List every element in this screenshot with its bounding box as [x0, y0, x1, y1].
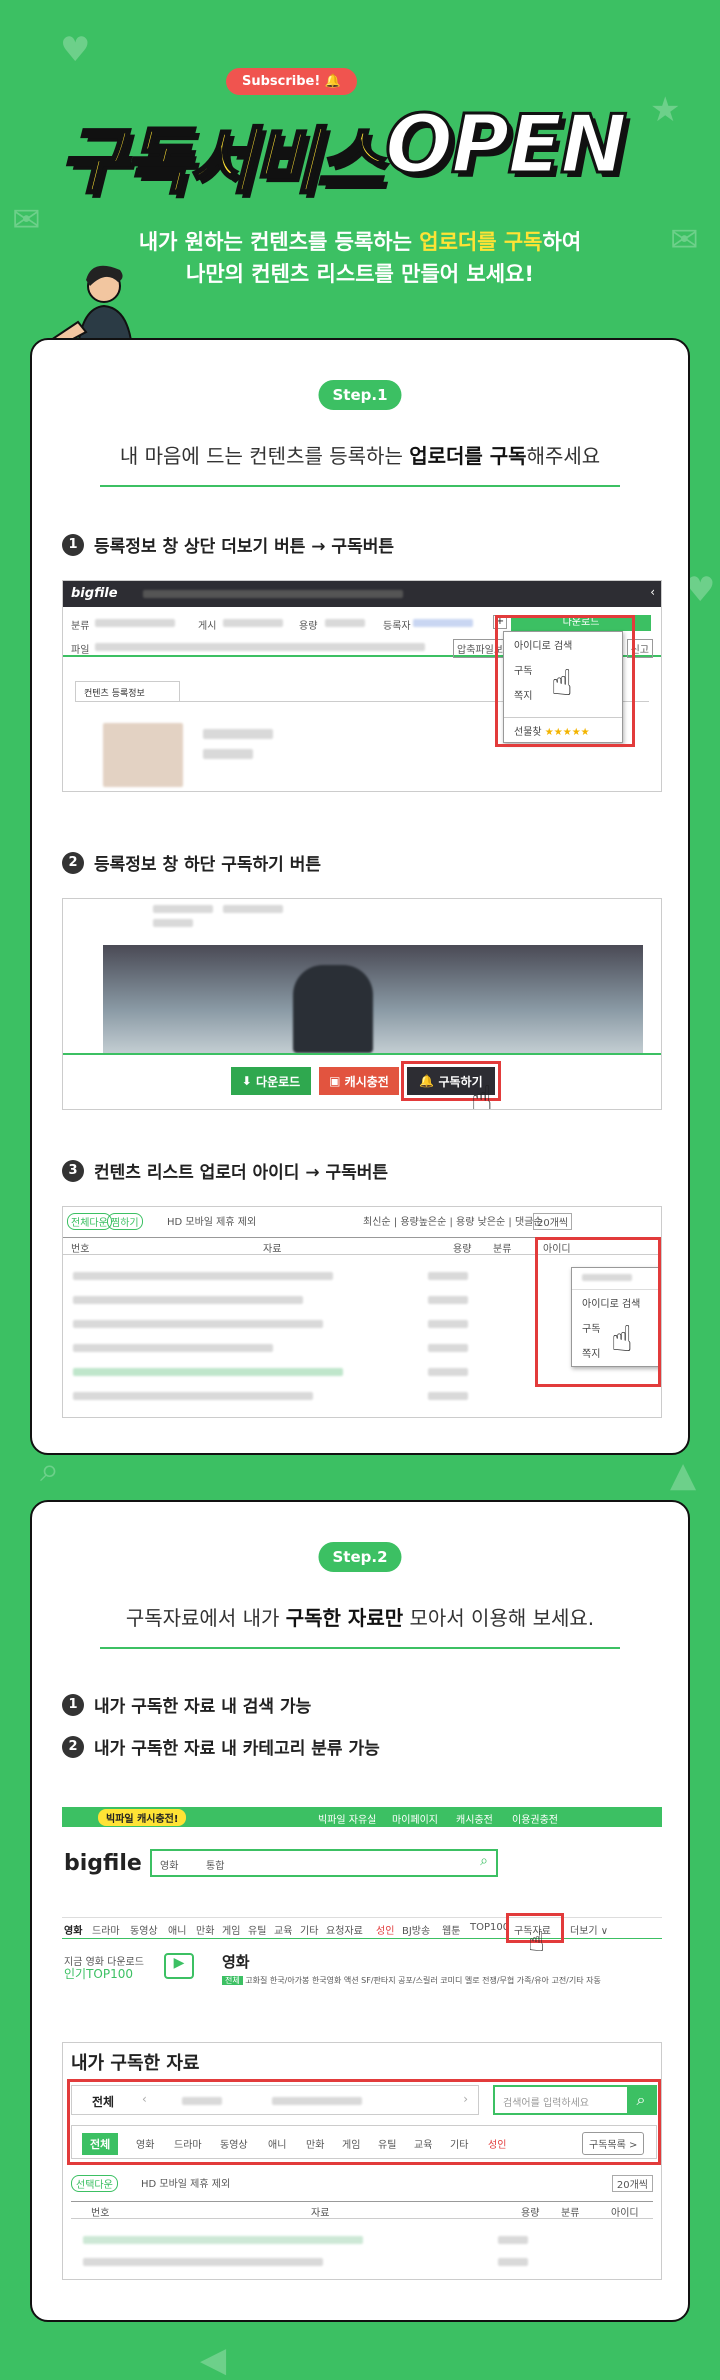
bulk-download-tag[interactable]: 전체다운 — [67, 1213, 112, 1230]
search-bar[interactable]: 영화 통합 ⌕ — [150, 1849, 498, 1877]
search-scope-select[interactable]: 통합 — [206, 1857, 224, 1872]
wishlist-tag[interactable]: 찜하기 — [107, 1213, 143, 1230]
screenshot-subscribed-page: 내가 구독한 자료 전체 ‹ › 검색어를 입력하세요 ⌕ 전체 영화 드라마 … — [62, 2042, 662, 2280]
divider — [100, 1647, 620, 1649]
screenshot-main-site: 빅파일 캐시충전! 빅파일 자유실 마이페이지 캐시충전 이용권충전 bigfi… — [62, 1807, 662, 1987]
thumbnail — [103, 723, 183, 787]
megaphone-icon: ◀ — [200, 2340, 227, 2380]
table-header: 번호 자료 용량 분류 아이디 — [71, 2201, 653, 2219]
highlight-box — [67, 2079, 661, 2165]
play-icon[interactable]: ▶ — [164, 1953, 194, 1979]
list-toolbar: 전체다운 찜하기 HD 모바일 제휴 제외 최신순 | 용량높은순 | 용량 낮… — [63, 1213, 661, 1230]
table-row[interactable] — [83, 2229, 651, 2244]
step1-badge: Step.1 — [318, 380, 402, 410]
step2-card: Step.2 구독자료에서 내가 구독한 자료만 모아서 이용해 보세요. 1내… — [30, 1500, 690, 2322]
hero: Subscribe! 🔔 구독서비스 OPEN 내가 원하는 컨텐츠를 등록하는… — [0, 0, 720, 348]
window-titlebar: bigfile ‹ — [63, 581, 661, 607]
step2-heading: 구독자료에서 내가 구독한 자료만 모아서 이용해 보세요. — [125, 1606, 595, 1630]
pointer-hand-icon: ☝ — [528, 1925, 546, 1958]
step1-item-3: 3 컨텐츠 리스트 업로더 아이디 → 구독버튼 — [62, 1158, 388, 1183]
filter-options[interactable]: HD 모바일 제휴 제외 — [141, 2175, 230, 2190]
page-size-select[interactable]: 20개씩 — [533, 1213, 573, 1230]
search-category-select[interactable]: 영화 — [160, 1857, 178, 1872]
rank-subtitle[interactable]: 인기TOP100 — [64, 1965, 133, 1982]
step1-item-1: 1 등록정보 창 상단 더보기 버튼 → 구독버튼 — [62, 532, 394, 557]
screenshot-content-list: 전체다운 찜하기 HD 모바일 제휴 제외 최신순 | 용량높은순 | 용량 낮… — [62, 1206, 662, 1418]
promo-banner[interactable]: 빅파일 캐시충전! — [98, 1809, 187, 1826]
sort-options[interactable]: 최신순 | 용량높은순 | 용량 낮은순 | 댓글순 — [363, 1213, 543, 1228]
title-english: OPEN — [383, 97, 628, 193]
screenshot-info-bottom: ⬇ 다운로드 ▣ 캐시충전 🔔 구독하기 ☝ — [62, 898, 662, 1110]
pointer-hand-icon: ☝ — [471, 1079, 493, 1110]
subscribe-pill: Subscribe! 🔔 — [226, 68, 357, 95]
table-row[interactable] — [83, 2251, 651, 2266]
top-bar: 빅파일 캐시충전! 빅파일 자유실 마이페이지 캐시충전 이용권충전 — [62, 1807, 662, 1827]
filter-options[interactable]: HD 모바일 제휴 제외 — [167, 1213, 256, 1228]
close-arrow-icon[interactable]: ‹ — [650, 585, 655, 599]
step2-item-1: 1 내가 구독한 자료 내 검색 가능 — [62, 1692, 311, 1717]
select-download-tag[interactable]: 선택다운 — [71, 2175, 118, 2192]
genre-row: 전체 고화질 한국/아가봉 한국영화 액션 SF/판타지 공포/스릴러 코미디 … — [222, 1975, 662, 1987]
step1-heading: 내 마음에 드는 컨텐츠를 등록하는 업로더를 구독해주세요 — [119, 444, 601, 468]
list-toolbar: 선택다운 HD 모바일 제휴 제외 20개씩 — [71, 2175, 653, 2192]
divider — [100, 485, 620, 487]
title-korean: 구독서비스 — [58, 118, 384, 205]
pointer-hand-icon: ☝ — [551, 663, 573, 704]
highlight-box — [535, 1237, 661, 1387]
video-preview — [103, 945, 643, 1053]
pointer-hand-icon: ☝ — [611, 1319, 633, 1360]
step2-badge: Step.2 — [318, 1542, 402, 1572]
step1-card: Step.1 내 마음에 드는 컨텐츠를 등록하는 업로더를 구독해주세요 1등… — [30, 338, 690, 1455]
section-title: 영화 — [222, 1953, 250, 1971]
main-nav: 영화 드라마 동영상 애니 만화 게임 유틸 교육 기타 요청자료 성인 BJ방… — [62, 1917, 662, 1939]
tab-contents-info[interactable]: 컨텐츠 등록정보 — [75, 681, 180, 701]
bigfile-logo: bigfile — [71, 586, 118, 601]
page-size-select[interactable]: 20개씩 — [611, 2175, 653, 2192]
search-icon[interactable]: ⌕ — [480, 1853, 488, 1869]
character-illustration — [46, 265, 134, 348]
thumb-icon: ▲ — [670, 1455, 697, 1495]
download-button[interactable]: ⬇ 다운로드 — [231, 1067, 311, 1095]
hero-line-1: 내가 원하는 컨텐츠를 등록하는 업로더를 구독하여 — [138, 230, 582, 254]
step2-item-2: 2 내가 구독한 자료 내 카테고리 분류 가능 — [62, 1734, 380, 1759]
step1-item-2: 2 등록정보 창 하단 구독하기 버튼 — [62, 850, 321, 875]
cash-charge-button[interactable]: ▣ 캐시충전 — [319, 1067, 399, 1095]
hero-title: 구독서비스 OPEN — [58, 92, 660, 205]
bigfile-logo[interactable]: bigfile — [64, 1851, 142, 1876]
search-icon: ⌕ — [40, 1450, 60, 1490]
screenshot-info-top: bigfile ‹ 분류 게시 용량 등록자 + 다운로드 파일 압축파일보기 … — [62, 580, 662, 792]
page-title: 내가 구독한 자료 — [71, 2053, 200, 2074]
